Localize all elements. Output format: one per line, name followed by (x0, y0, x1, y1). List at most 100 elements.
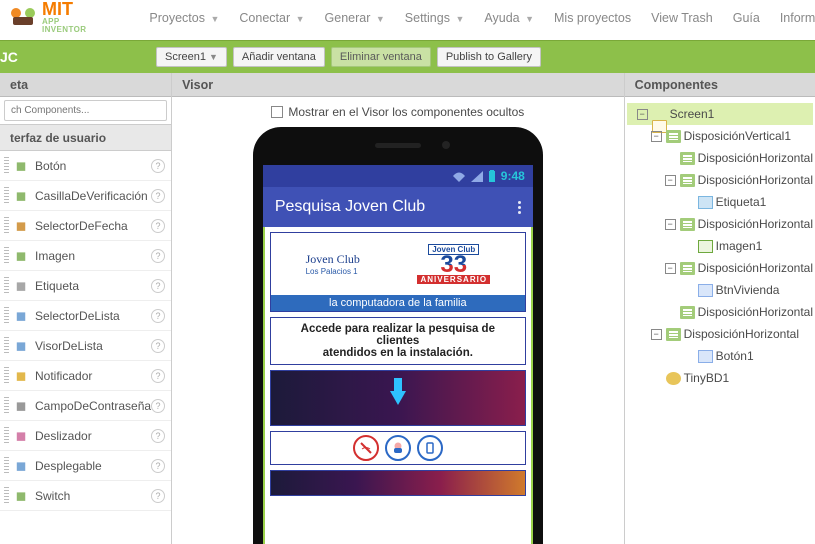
viewer-header: Visor (172, 73, 624, 97)
help-icon[interactable]: ? (151, 369, 165, 383)
palette-item-label: Etiqueta (35, 279, 151, 293)
palette-item-label: Notificador (35, 369, 151, 383)
tree-node[interactable]: −Screen1 (627, 103, 813, 125)
drag-handle-icon (4, 217, 9, 235)
show-hidden-checkbox[interactable]: Mostrar en el Visor los componentes ocul… (271, 105, 524, 119)
component-icon: ◼ (13, 158, 29, 174)
tree-node-label: DisposiciónHorizontal (698, 217, 813, 231)
component-icon: ◼ (13, 248, 29, 264)
help-icon[interactable]: ? (151, 279, 165, 293)
expand-toggle-icon[interactable]: − (651, 329, 662, 340)
palette-item[interactable]: ◼ Imagen? (0, 241, 171, 271)
palette-item[interactable]: ◼SelectorDeLista? (0, 301, 171, 331)
tree-node[interactable]: −DisposiciónHorizontal (627, 169, 813, 191)
palette-item-label: Switch (35, 489, 151, 503)
kebab-menu-icon[interactable] (518, 199, 521, 216)
menu-ayuda[interactable]: Ayuda ▼ (475, 3, 543, 33)
tree-node[interactable]: −DisposiciónHorizontal (627, 323, 813, 345)
help-icon[interactable]: ? (151, 429, 165, 443)
component-icon: ◼ (13, 398, 29, 414)
publish-gallery-button[interactable]: Publish to Gallery (437, 47, 541, 67)
help-icon[interactable]: ? (151, 399, 165, 413)
expand-toggle-icon[interactable]: − (637, 109, 648, 120)
palette-item[interactable]: ◼VisorDeLista? (0, 331, 171, 361)
logo-icon (8, 2, 38, 32)
tree-node[interactable]: Imagen1 (627, 235, 813, 257)
project-bar: JC Screen1▼ Añadir ventana Eliminar vent… (0, 41, 815, 73)
tree-node[interactable]: Etiqueta1 (627, 191, 813, 213)
tree-node-label: BtnVivienda (716, 283, 780, 297)
menu-conectar[interactable]: Conectar ▼ (230, 3, 313, 33)
palette-item[interactable]: ◼Switch? (0, 481, 171, 511)
menu-guia[interactable]: Guía (724, 3, 769, 33)
palette-panel: eta terfaz de usuario ◼Botón?◼CasillaDeV… (0, 73, 172, 544)
help-icon[interactable]: ? (151, 339, 165, 353)
palette-item-label: Imagen (35, 249, 151, 263)
palette-item[interactable]: ◼Deslizador? (0, 421, 171, 451)
tree-node[interactable]: − DisposiciónHorizontal (627, 213, 813, 235)
tree-node-label: Etiqueta1 (716, 195, 767, 209)
brand-logo[interactable]: MIT APP INVENTOR (8, 0, 90, 34)
help-icon[interactable]: ? (151, 189, 165, 203)
status-clock: 9:48 (501, 169, 525, 183)
palette-item-label: CasillaDeVerificación (35, 189, 151, 203)
palette-item-label: CampoDeContraseña (35, 399, 151, 413)
menu-generar[interactable]: Generar ▼ (316, 3, 394, 33)
banner-strip-text: la computadora de la familia (271, 295, 525, 311)
menu-informar[interactable]: Informar de un problema (771, 3, 815, 33)
add-screen-button[interactable]: Añadir ventana (233, 47, 325, 67)
help-icon[interactable]: ? (151, 159, 165, 173)
tree-node-icon (698, 350, 713, 363)
screen-selector-button[interactable]: Screen1▼ (156, 47, 227, 67)
accede-line2: atendidos en la instalación. (323, 347, 473, 359)
help-icon[interactable]: ? (151, 489, 165, 503)
component-tree[interactable]: −Screen1−DisposiciónVertical1Disposición… (625, 97, 815, 395)
tree-node[interactable]: DisposiciónHorizontal (627, 147, 813, 169)
palette-item[interactable]: ◼Etiqueta? (0, 271, 171, 301)
palette-item-label: SelectorDeLista (35, 309, 151, 323)
app-body[interactable]: Joven Club Los Palacios 1 Joven Club 33 … (263, 227, 533, 544)
tree-node[interactable]: Botón1 (627, 345, 813, 367)
palette-item[interactable]: ◼Notificador? (0, 361, 171, 391)
expand-toggle-icon[interactable]: − (665, 175, 676, 186)
tree-node-label: Imagen1 (716, 239, 763, 253)
tree-node-label: DisposiciónHorizontal (698, 261, 813, 275)
palette-item[interactable]: ◼SelectorDeFecha? (0, 211, 171, 241)
menu-view-trash[interactable]: View Trash (642, 3, 722, 33)
checkbox-icon[interactable] (271, 106, 283, 118)
help-icon[interactable]: ? (151, 219, 165, 233)
drag-handle-icon (4, 367, 9, 385)
palette-item[interactable]: ◼ CampoDeContraseña? (0, 391, 171, 421)
palette-item[interactable]: ◼ Botón? (0, 151, 171, 181)
help-icon[interactable]: ? (151, 309, 165, 323)
palette-item[interactable]: ◼CasillaDeVerificación? (0, 181, 171, 211)
tree-node[interactable]: − DisposiciónHorizontal (627, 257, 813, 279)
search-components-input[interactable] (4, 100, 167, 121)
menu-proyectos[interactable]: Proyectos ▼ (140, 3, 228, 33)
palette-item-label: Botón (35, 159, 151, 173)
palette-section-ui[interactable]: terfaz de usuario (0, 125, 171, 151)
palette-item[interactable]: ◼Desplegable? (0, 451, 171, 481)
banner-subtitle: Los Palacios 1 (306, 267, 360, 276)
tree-node[interactable]: DisposiciónHorizontal (627, 301, 813, 323)
tree-node[interactable]: TinyBD1 (627, 367, 813, 389)
expand-toggle-icon[interactable]: − (665, 219, 676, 230)
help-icon[interactable]: ? (151, 459, 165, 473)
arrow-card[interactable] (270, 370, 526, 426)
expand-toggle-icon[interactable]: − (665, 263, 676, 274)
expand-toggle-icon[interactable]: − (651, 131, 662, 142)
tree-node-icon (698, 196, 713, 209)
help-icon[interactable]: ? (151, 249, 165, 263)
menu-mis-proyectos[interactable]: Mis proyectos (545, 3, 640, 33)
viewer-panel: Visor Mostrar en el Visor los componente… (172, 73, 625, 544)
tree-node-icon (666, 130, 681, 143)
palette-item-label: SelectorDeFecha (35, 219, 151, 233)
remove-screen-button[interactable]: Eliminar ventana (331, 47, 431, 67)
brand-name: MIT (42, 0, 90, 18)
tree-node[interactable]: BtnVivienda (627, 279, 813, 301)
menu-settings[interactable]: Settings ▼ (396, 3, 474, 33)
banner-card: Joven Club Los Palacios 1 Joven Club 33 … (270, 232, 526, 312)
android-status-bar: 9:48 (263, 165, 533, 187)
phone-screen[interactable]: 9:48 Pesquisa Joven Club Joven Club Los … (263, 165, 533, 544)
signal-icon (471, 171, 483, 182)
